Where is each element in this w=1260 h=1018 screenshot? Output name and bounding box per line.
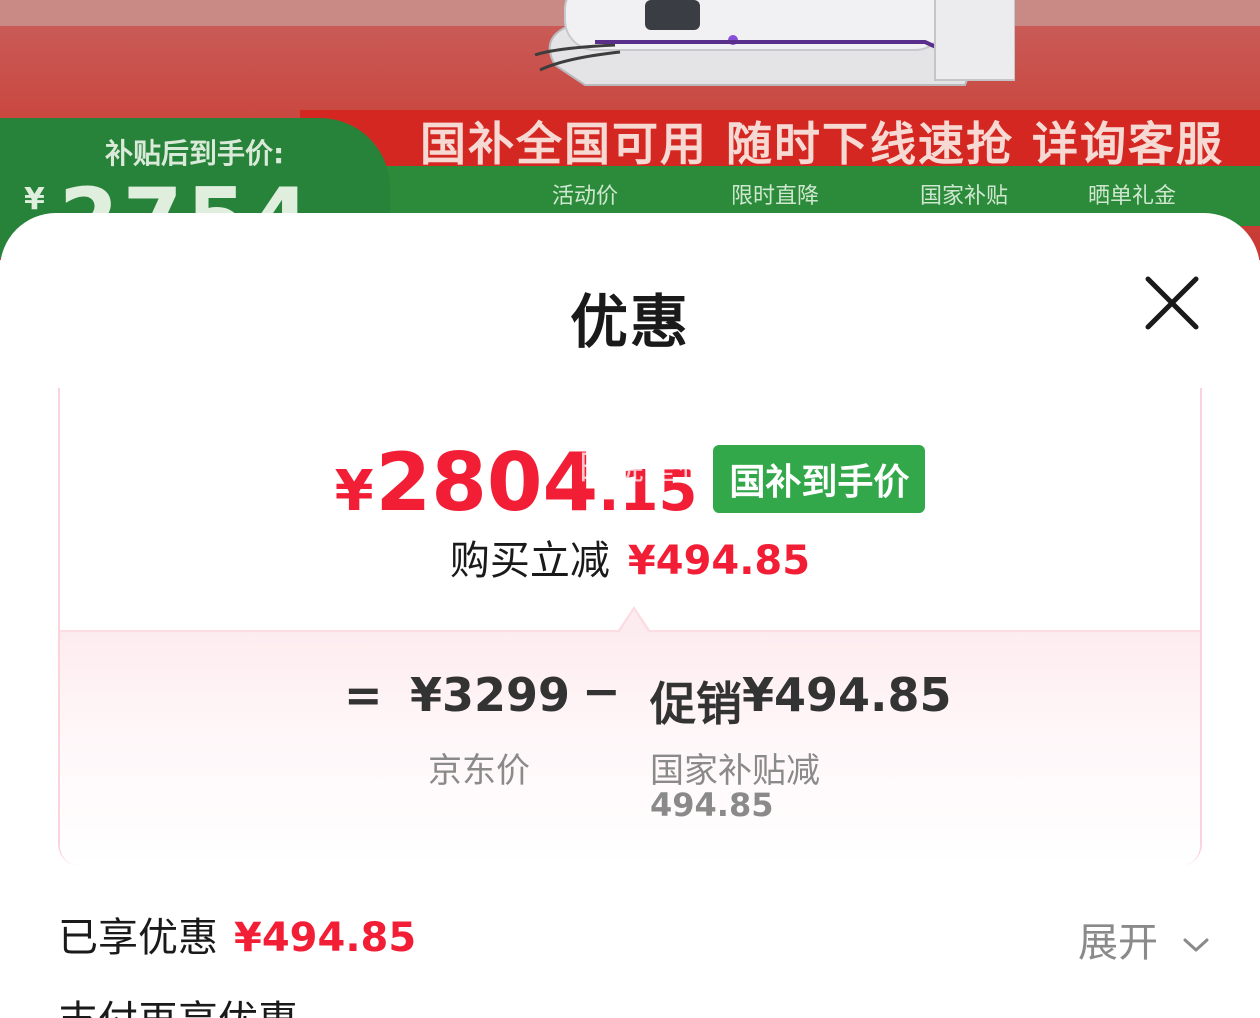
price-breakdown-card: ¥2804.15 国补到手价 日晓星夜 购买立减 ¥494.85 = ¥3299 −…: [58, 388, 1202, 866]
instant-discount-label: 购买立减: [449, 538, 610, 584]
instant-discount-row: 购买立减 ¥494.85: [60, 528, 1200, 586]
pay-more-discount-label: 支付再享优惠: [58, 988, 298, 1018]
feature-activity-price: 活动价: [552, 184, 619, 209]
promo-value: ¥494.85: [742, 668, 952, 722]
promo-label: 促销: [650, 677, 742, 731]
subsidy-price-label: 补贴后到手价:: [105, 137, 285, 170]
robot-vacuum-image: [534, 0, 1015, 86]
base-price-caption: 京东价: [428, 751, 530, 791]
feature-national-subsidy: 国家补贴: [920, 184, 1009, 209]
banner-slogan: 国补全国可用 随时下线速抢 详询客服: [420, 117, 1225, 171]
subsidy-price-tag: 国补到手价: [713, 444, 926, 513]
enjoyed-discount-row: 已享优惠 ¥494.85: [58, 905, 416, 963]
feature-limited-drop: 限时直降: [731, 184, 820, 209]
expand-button[interactable]: 展开: [1078, 910, 1211, 968]
app-root: 国补全国可用 随时下线速抢 详询客服 补贴后到手价: ¥2754 活动价 限时直…: [0, 0, 1260, 1018]
chevron-down-icon: [1183, 938, 1209, 952]
promo-caption: 国家补贴减: [650, 751, 820, 791]
feature-review-gift: 晒单礼金: [1088, 184, 1177, 209]
equals-sign: =: [344, 668, 383, 722]
card-notch-fill: [620, 610, 648, 632]
close-icon: [1145, 276, 1199, 330]
enjoyed-discount-value: ¥494.85: [234, 915, 417, 961]
sheet-title: 优惠: [569, 288, 690, 356]
base-price: ¥3299: [410, 668, 571, 722]
expand-label: 展开: [1078, 920, 1158, 966]
watermark: 日晓星夜: [576, 448, 712, 488]
price-calculation-panel: [60, 630, 1200, 866]
discount-sheet: 优惠 ¥2804.15 国补到手价 日晓星夜 购买立减 ¥494.85 = ¥329…: [0, 213, 1260, 1018]
close-button[interactable]: [1140, 271, 1204, 335]
instant-discount-value: ¥494.85: [627, 538, 811, 584]
promo-caption-value: 494.85: [650, 786, 774, 824]
enjoyed-discount-label: 已享优惠: [58, 915, 218, 961]
minus-sign: −: [582, 664, 621, 718]
